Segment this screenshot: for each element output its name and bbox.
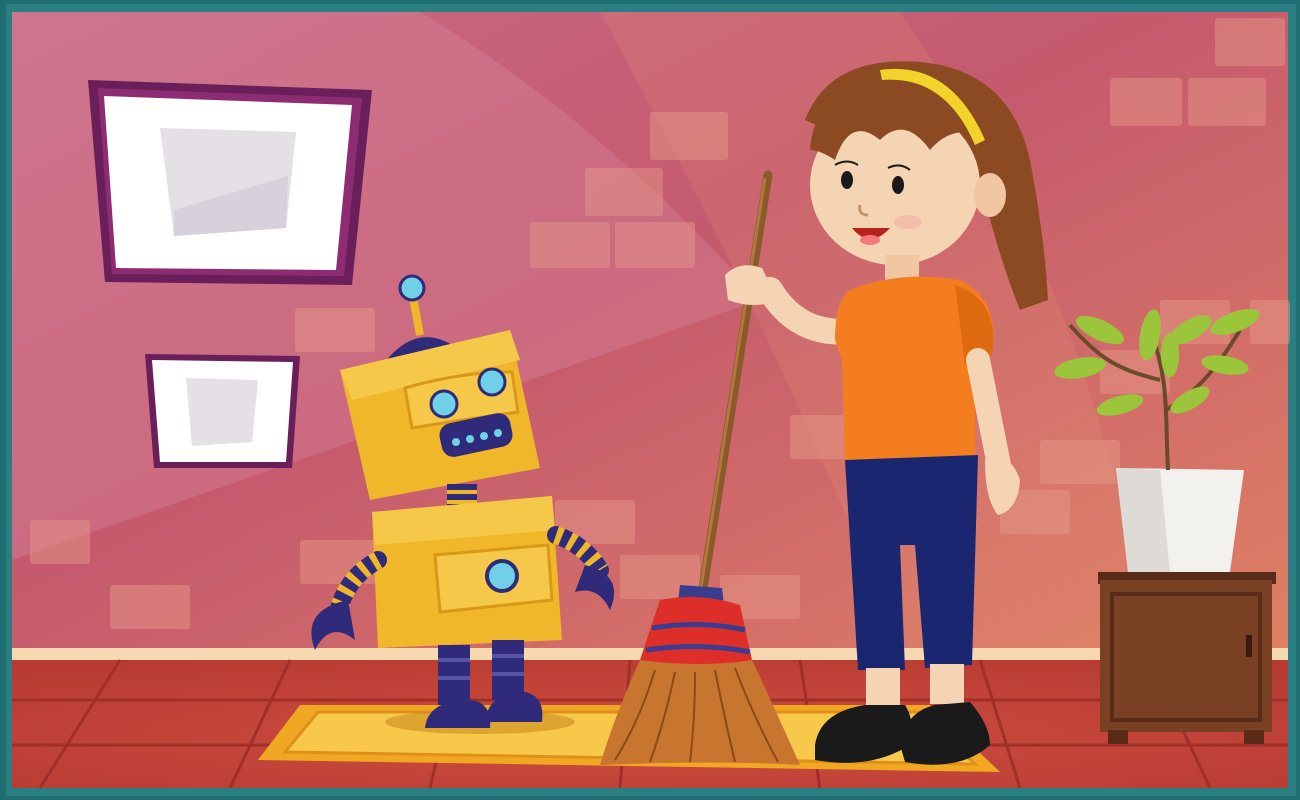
small-picture-frame [145, 354, 300, 468]
cabinet [1098, 572, 1276, 744]
scene-illustration [0, 0, 1300, 800]
large-picture-frame [88, 80, 372, 285]
